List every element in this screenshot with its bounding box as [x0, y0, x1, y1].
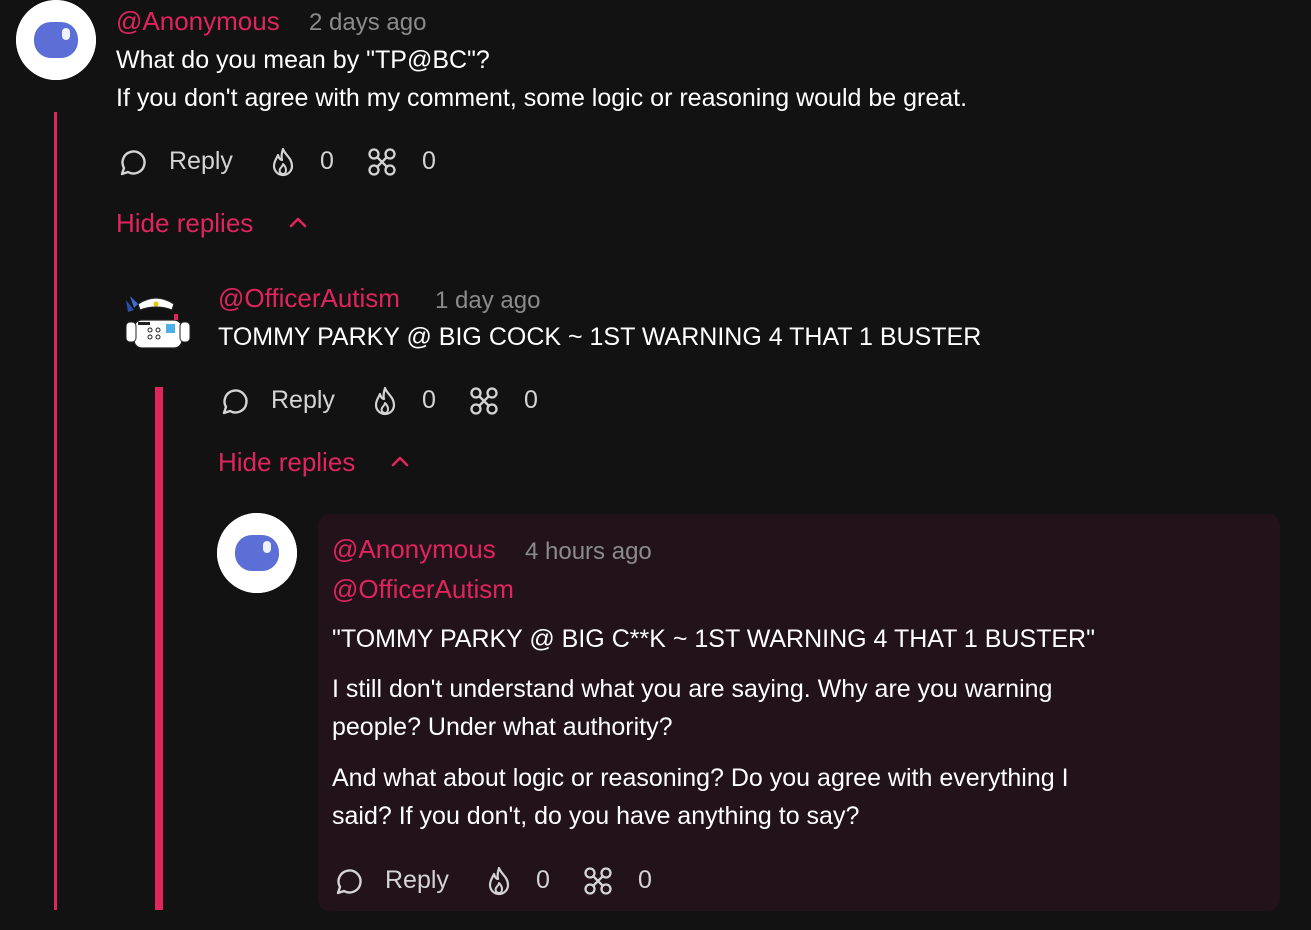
fire-icon[interactable]: [484, 865, 514, 897]
comment-text-line: I still don't understand what you are sa…: [332, 675, 1053, 703]
officer-avatar-icon: [125, 296, 191, 349]
comment-text-line: said? If you don't, do you have anything…: [332, 802, 860, 830]
comment-text-line: And what about logic or reasoning? Do yo…: [332, 764, 1069, 792]
reply-label: Reply: [385, 866, 449, 894]
fire-icon[interactable]: [268, 146, 298, 178]
comment-timestamp: 2 days ago: [309, 9, 427, 36]
thread-line-level-2: [155, 387, 163, 910]
astronaut-avatar-icon: [16, 0, 96, 80]
quoted-text: "TOMMY PARKY @ BIG C**K ~ 1ST WARNING 4 …: [332, 625, 1095, 653]
hide-replies-label: Hide replies: [218, 447, 356, 477]
reply-bubble-icon: [222, 389, 248, 415]
comment-username[interactable]: @Anonymous: [116, 8, 280, 34]
reply-bubble-icon: [336, 869, 362, 895]
interact-count: 0: [524, 386, 538, 414]
thread-line-level-1: [54, 112, 57, 910]
chevron-up-icon: [289, 217, 307, 228]
comment-text-line: people? Under what authority?: [332, 713, 673, 741]
fire-icon[interactable]: [370, 385, 400, 417]
comment-actions: Reply 0 0: [218, 380, 578, 420]
hide-replies-button[interactable]: Hide replies: [116, 210, 316, 240]
comment-text-line: If you don't agree with my comment, some…: [116, 84, 968, 112]
astronaut-avatar-icon: [217, 513, 297, 593]
interact-count: 0: [638, 866, 652, 894]
interact-icon[interactable]: [468, 385, 500, 417]
reply-label: Reply: [271, 386, 335, 414]
reply-button[interactable]: Reply: [332, 860, 462, 900]
comment-actions: Reply 0 0: [332, 860, 692, 900]
hide-replies-label: Hide replies: [116, 208, 254, 238]
comment-timestamp: 4 hours ago: [525, 538, 652, 565]
hide-replies-button[interactable]: Hide replies: [218, 449, 418, 479]
mention-link[interactable]: @OfficerAutism: [332, 576, 514, 602]
reply-button[interactable]: Reply: [116, 141, 246, 181]
interact-icon[interactable]: [366, 146, 398, 178]
fire-count: 0: [422, 386, 436, 414]
fire-count: 0: [536, 866, 550, 894]
comment-username[interactable]: @OfficerAutism: [218, 285, 400, 311]
avatar[interactable]: [217, 513, 297, 593]
comment-actions: Reply 0 0: [116, 141, 476, 181]
comment-timestamp: 1 day ago: [435, 287, 541, 314]
avatar[interactable]: [116, 274, 196, 354]
fire-count: 0: [320, 147, 334, 175]
avatar[interactable]: [16, 0, 96, 80]
comment-username[interactable]: @Anonymous: [332, 536, 496, 562]
reply-button[interactable]: Reply: [218, 380, 348, 420]
chevron-up-icon: [391, 456, 409, 467]
interact-icon[interactable]: [582, 865, 614, 897]
reply-bubble-icon: [120, 150, 146, 176]
reply-label: Reply: [169, 147, 233, 175]
interact-count: 0: [422, 147, 436, 175]
comment-text-line: What do you mean by "TP@BC"?: [116, 46, 490, 74]
comment-text-line: TOMMY PARKY @ BIG COCK ~ 1ST WARNING 4 T…: [218, 323, 982, 351]
